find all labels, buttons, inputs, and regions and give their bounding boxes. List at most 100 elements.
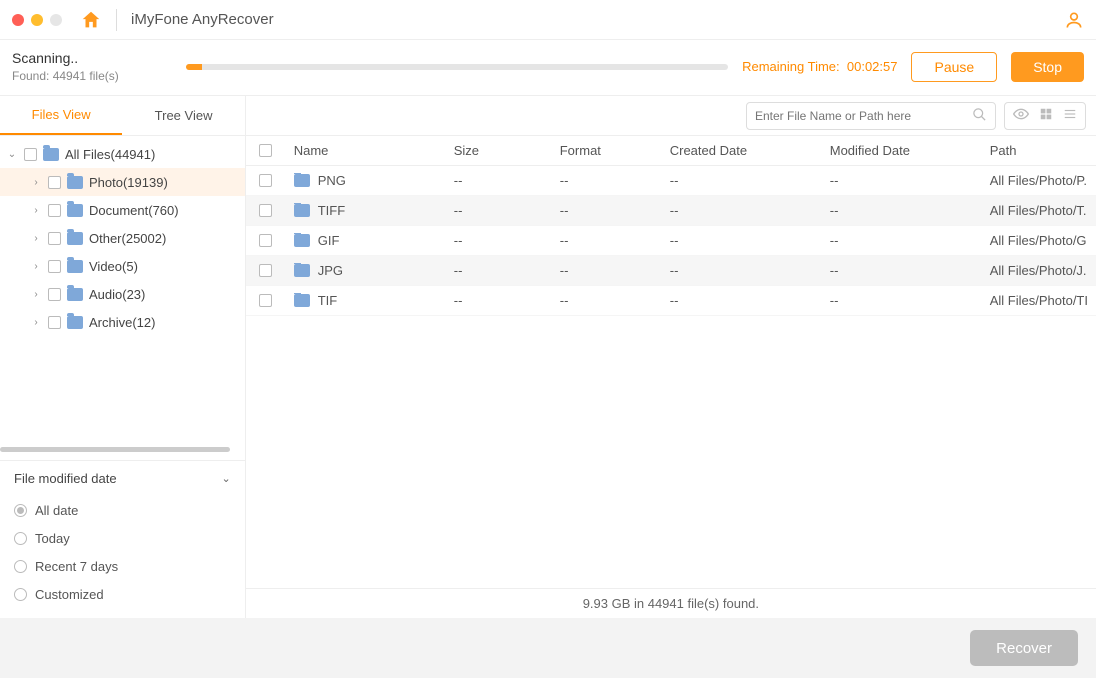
tree-item[interactable]: ›Document(760) <box>0 196 245 224</box>
search-box[interactable] <box>746 102 996 130</box>
radio[interactable] <box>14 532 27 545</box>
chevron-right-icon[interactable]: › <box>30 233 42 244</box>
table-row[interactable]: GIF--------All Files/Photo/G <box>246 226 1096 256</box>
chevron-right-icon[interactable]: › <box>30 289 42 300</box>
checkbox[interactable] <box>259 294 272 307</box>
folder-icon <box>294 294 310 307</box>
row-path: All Files/Photo/P. <box>982 173 1096 188</box>
row-name: GIF <box>318 233 340 248</box>
table-row[interactable]: TIFF--------All Files/Photo/T. <box>246 196 1096 226</box>
remaining-time: Remaining Time: 00:02:57 <box>742 59 897 74</box>
col-name[interactable]: Name <box>286 143 446 158</box>
grid-icon[interactable] <box>1039 107 1053 124</box>
chevron-right-icon[interactable]: › <box>30 261 42 272</box>
row-format: -- <box>552 173 662 188</box>
row-format: -- <box>552 263 662 278</box>
checkbox[interactable] <box>48 316 61 329</box>
folder-icon <box>67 260 83 273</box>
tree-root[interactable]: ⌄ All Files(44941) <box>0 140 245 168</box>
eye-icon[interactable] <box>1013 106 1029 125</box>
checkbox[interactable] <box>259 264 272 277</box>
checkbox[interactable] <box>259 204 272 217</box>
col-modified[interactable]: Modified Date <box>822 143 982 158</box>
chevron-down-icon[interactable]: ⌄ <box>6 149 18 160</box>
radio[interactable] <box>14 560 27 573</box>
search-icon[interactable] <box>972 107 987 125</box>
row-name: TIFF <box>318 203 345 218</box>
content-area: Name Size Format Created Date Modified D… <box>246 96 1096 618</box>
row-path: All Files/Photo/J. <box>982 263 1096 278</box>
filter-option[interactable]: Customized <box>14 580 231 608</box>
tab-files-view[interactable]: Files View <box>0 96 122 135</box>
checkbox[interactable] <box>48 232 61 245</box>
table-header: Name Size Format Created Date Modified D… <box>246 136 1096 166</box>
table-row[interactable]: TIF--------All Files/Photo/TI <box>246 286 1096 316</box>
chevron-right-icon[interactable]: › <box>30 177 42 188</box>
minimize-window-button[interactable] <box>31 14 43 26</box>
tab-tree-view[interactable]: Tree View <box>122 96 244 135</box>
row-modified: -- <box>822 263 982 278</box>
filter-panel: File modified date ⌄ All dateTodayRecent… <box>0 460 245 618</box>
tree-item[interactable]: ›Audio(23) <box>0 280 245 308</box>
toolbar <box>246 96 1096 136</box>
filter-option[interactable]: Recent 7 days <box>14 552 231 580</box>
list-icon[interactable] <box>1063 107 1077 124</box>
checkbox[interactable] <box>48 260 61 273</box>
file-tree: ⌄ All Files(44941) ›Photo(19139)›Documen… <box>0 136 245 443</box>
row-size: -- <box>446 203 552 218</box>
search-input[interactable] <box>755 109 972 123</box>
checkbox[interactable] <box>48 288 61 301</box>
checkbox[interactable] <box>259 234 272 247</box>
user-icon[interactable] <box>1064 10 1084 30</box>
col-size[interactable]: Size <box>446 143 552 158</box>
file-table: Name Size Format Created Date Modified D… <box>246 136 1096 588</box>
recover-button[interactable]: Recover <box>970 630 1078 666</box>
scan-found: Found: 44941 file(s) <box>12 69 172 83</box>
row-path: All Files/Photo/G <box>982 233 1096 248</box>
stop-button[interactable]: Stop <box>1011 52 1084 82</box>
filter-option[interactable]: All date <box>14 496 231 524</box>
chevron-down-icon[interactable]: ⌄ <box>222 472 231 485</box>
row-created: -- <box>662 203 822 218</box>
divider <box>116 9 117 31</box>
checkbox[interactable] <box>48 176 61 189</box>
app-title: iMyFone AnyRecover <box>131 11 274 28</box>
table-row[interactable]: JPG--------All Files/Photo/J. <box>246 256 1096 286</box>
row-size: -- <box>446 293 552 308</box>
titlebar: iMyFone AnyRecover <box>0 0 1096 40</box>
tree-item[interactable]: › Other(25002) <box>0 224 245 252</box>
table-row[interactable]: PNG--------All Files/Photo/P. <box>246 166 1096 196</box>
scrollbar[interactable] <box>0 447 230 452</box>
checkbox[interactable] <box>259 174 272 187</box>
col-created[interactable]: Created Date <box>662 143 822 158</box>
folder-icon <box>43 148 59 161</box>
row-path: All Files/Photo/T. <box>982 203 1096 218</box>
chevron-right-icon[interactable]: › <box>30 317 42 328</box>
col-format[interactable]: Format <box>552 143 662 158</box>
maximize-window-button[interactable] <box>50 14 62 26</box>
checkbox[interactable] <box>48 204 61 217</box>
tree-item[interactable]: ›Video(5) <box>0 252 245 280</box>
col-path[interactable]: Path <box>982 143 1096 158</box>
close-window-button[interactable] <box>12 14 24 26</box>
chevron-right-icon[interactable]: › <box>30 205 42 216</box>
tree-item[interactable]: ›Archive(12) <box>0 308 245 336</box>
status-bar: 9.93 GB in 44941 file(s) found. <box>246 588 1096 618</box>
tree-label: Other(25002) <box>89 231 166 246</box>
row-modified: -- <box>822 293 982 308</box>
select-all-checkbox[interactable] <box>259 144 272 157</box>
pause-button[interactable]: Pause <box>911 52 997 82</box>
home-icon[interactable] <box>80 9 102 31</box>
tree-item[interactable]: ›Photo(19139) <box>0 168 245 196</box>
radio[interactable] <box>14 588 27 601</box>
row-format: -- <box>552 293 662 308</box>
radio[interactable] <box>14 504 27 517</box>
row-format: -- <box>552 233 662 248</box>
checkbox[interactable] <box>24 148 37 161</box>
row-created: -- <box>662 173 822 188</box>
row-created: -- <box>662 263 822 278</box>
scan-progress <box>186 64 728 70</box>
folder-icon <box>67 204 83 217</box>
filter-option[interactable]: Today <box>14 524 231 552</box>
row-created: -- <box>662 293 822 308</box>
